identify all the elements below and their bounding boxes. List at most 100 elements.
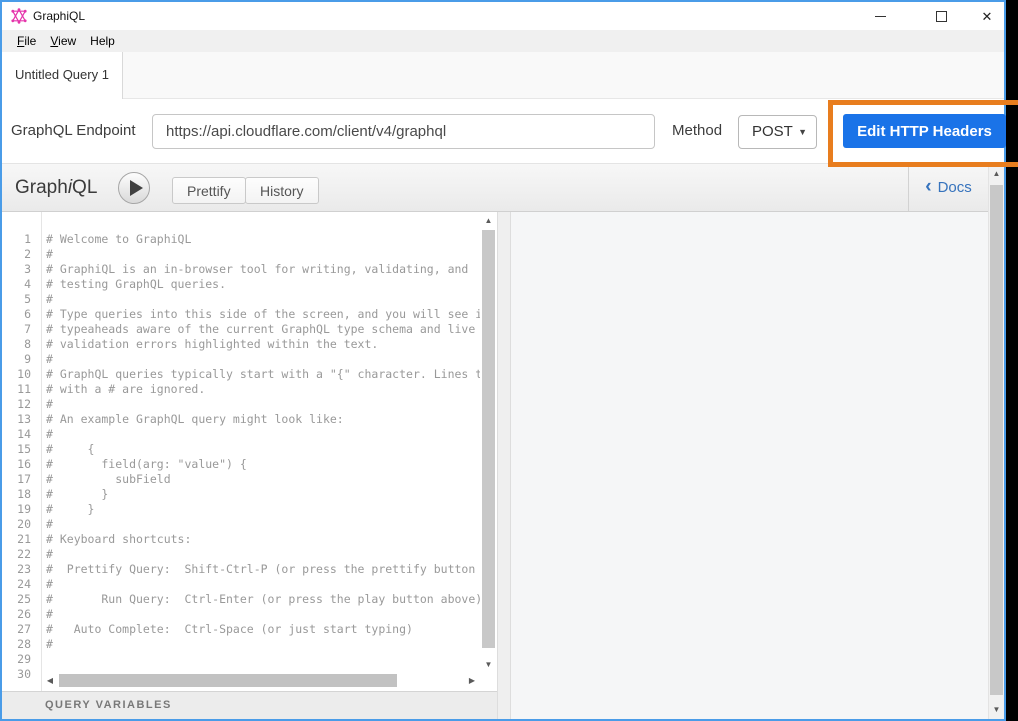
code-line: # subField [46,472,480,487]
code-line: # Welcome to GraphiQL [46,232,480,247]
code-line: # Auto Complete: Ctrl-Space (or just sta… [46,622,480,637]
method-select[interactable]: POST ▼ [738,115,817,149]
editor-vertical-scrollbar[interactable]: ▲ ▼ [480,214,497,672]
line-number: 9 [2,352,41,367]
editor-horizontal-scroll-thumb[interactable] [59,674,397,687]
line-number: 23 [2,562,41,577]
line-number: 30 [2,667,41,682]
code-line: # typeaheads aware of the current GraphQ… [46,322,480,337]
code-lines[interactable]: # Welcome to GraphiQL## GraphiQL is an i… [46,232,480,672]
chevron-left-icon: ‹ [925,176,931,198]
method-value: POST [752,116,793,148]
code-line: # GraphiQL is an in-browser tool for wri… [46,262,480,277]
line-number: 3 [2,262,41,277]
graphiql-logo-icon [11,8,27,24]
menu-help[interactable]: Help [83,30,122,52]
code-line: # [46,352,480,367]
endpoint-label: GraphQL Endpoint [11,99,136,163]
tab-bar: Untitled Query 1 [2,52,1004,99]
code-line: # [46,247,480,262]
line-number: 15 [2,442,41,457]
docs-button[interactable]: ‹ Docs [908,164,988,211]
docs-label: Docs [938,179,972,196]
code-line: # Run Query: Ctrl-Enter (or press the pl… [46,592,480,607]
line-number: 4 [2,277,41,292]
screenshot-stage: GraphiQL ✕ File View Help Untitled Query… [0,0,1018,721]
line-number: 16 [2,457,41,472]
line-number: 26 [2,607,41,622]
line-number: 1 [2,232,41,247]
code-line: # [46,607,480,622]
code-line: # validation errors highlighted within t… [46,337,480,352]
pane-divider[interactable] [497,212,511,719]
line-number: 7 [2,322,41,337]
maximize-button[interactable] [924,2,958,30]
title-bar: GraphiQL ✕ [2,2,1004,30]
dropdown-arrow-icon: ▼ [798,116,807,148]
line-number: 6 [2,307,41,322]
window-title: GraphiQL [33,2,85,30]
code-line: # [46,547,480,562]
code-line: # with a # are ignored. [46,382,480,397]
scroll-up-icon[interactable]: ▲ [989,167,1004,181]
line-number: 17 [2,472,41,487]
line-number: 14 [2,427,41,442]
line-number: 28 [2,637,41,652]
tab-untitled-query[interactable]: Untitled Query 1 [2,52,123,99]
line-number: 21 [2,532,41,547]
scroll-up-icon[interactable]: ▲ [480,214,497,228]
query-variables-bar[interactable]: QUERY VARIABLES [2,691,497,719]
code-line: # { [46,442,480,457]
graphiql-logo-text: GraphiQL [15,164,97,211]
code-line: # [46,577,480,592]
code-line: # Keyboard shortcuts: [46,532,480,547]
code-line: # [46,292,480,307]
line-number-gutter: 1234567891011121314151617181920212223242… [2,212,42,691]
line-number: 19 [2,502,41,517]
graphiql-toolbar: GraphiQL Prettify History ‹ Docs [2,163,988,212]
line-number: 22 [2,547,41,562]
scroll-down-icon[interactable]: ▼ [989,703,1004,717]
execute-query-button[interactable] [118,172,150,204]
menu-file[interactable]: File [10,30,43,52]
code-line: # [46,427,480,442]
code-line: # An example GraphQL query might look li… [46,412,480,427]
scroll-down-icon[interactable]: ▼ [480,658,497,672]
menu-bar: File View Help [2,30,1004,52]
code-line: # Type queries into this side of the scr… [46,307,480,322]
code-line: # GraphQL queries typically start with a… [46,367,480,382]
scroll-left-icon[interactable]: ◀ [42,672,58,689]
line-numbers: 1234567891011121314151617181920212223242… [2,232,41,682]
scroll-right-icon[interactable]: ▶ [464,672,480,689]
minimize-button[interactable] [863,2,897,30]
editor-horizontal-scrollbar[interactable]: ◀ ▶ [42,672,480,689]
line-number: 5 [2,292,41,307]
code-line: # testing GraphQL queries. [46,277,480,292]
line-number: 10 [2,367,41,382]
history-button[interactable]: History [245,177,319,204]
line-number: 8 [2,337,41,352]
line-number: 25 [2,592,41,607]
code-line: # Prettify Query: Shift-Ctrl-P (or press… [46,562,480,577]
prettify-button[interactable]: Prettify [172,177,246,204]
line-number: 12 [2,397,41,412]
maximize-icon [936,11,947,22]
editor-vertical-scroll-thumb[interactable] [482,230,495,648]
code-line: # [46,397,480,412]
menu-view[interactable]: View [43,30,83,52]
line-number: 24 [2,577,41,592]
query-editor[interactable]: 1234567891011121314151617181920212223242… [2,212,497,691]
annotation-highlight-rectangle [828,100,1018,167]
endpoint-input[interactable] [152,114,655,149]
window-scrollbar[interactable]: ▲ ▼ [988,163,1004,719]
line-number: 11 [2,382,41,397]
play-icon [130,180,143,196]
line-number: 2 [2,247,41,262]
window-scroll-thumb[interactable] [990,185,1003,695]
query-variables-title: QUERY VARIABLES [45,692,172,719]
code-line: # } [46,502,480,517]
line-number: 18 [2,487,41,502]
close-button[interactable]: ✕ [970,2,1004,30]
code-line: # } [46,487,480,502]
line-number: 13 [2,412,41,427]
